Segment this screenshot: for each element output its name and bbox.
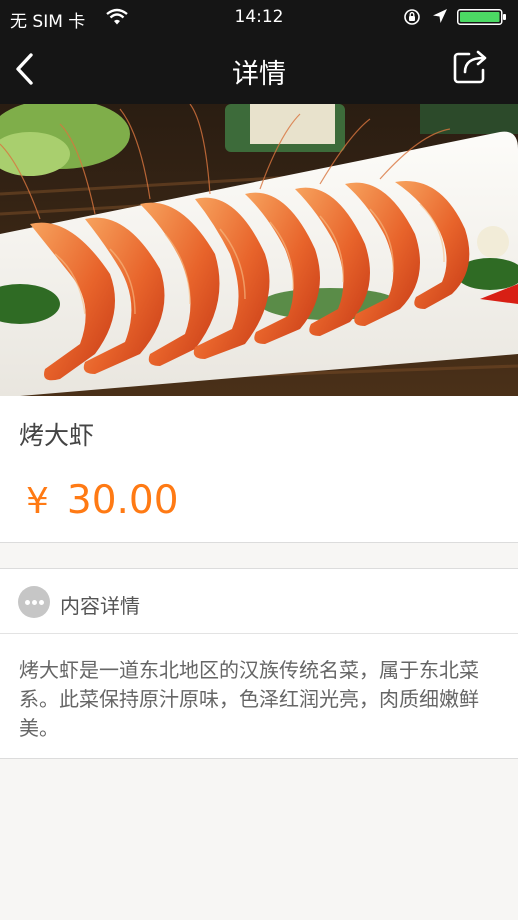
content-details-heading: 内容详情 bbox=[60, 594, 140, 618]
detail-screen: 无 SIM 卡 14:12 详情 烤大虾 ¥ 30.00 内容详情 烤大虾是一道… bbox=[0, 0, 518, 920]
location-arrow-icon bbox=[433, 9, 447, 23]
navigation-bar: 详情 bbox=[0, 34, 518, 104]
dish-price: ¥30.00 bbox=[26, 478, 179, 523]
currency-symbol: ¥ bbox=[26, 481, 49, 522]
dish-info-panel: 烤大虾 ¥30.00 bbox=[0, 396, 518, 543]
content-details-header: 内容详情 bbox=[0, 568, 518, 634]
more-dots-icon bbox=[18, 586, 50, 618]
back-chevron-icon[interactable] bbox=[10, 50, 42, 88]
dish-description-panel: 烤大虾是一道东北地区的汉族传统名菜，属于东北菜系。此菜保持原汁原味，色泽红润光亮… bbox=[0, 634, 518, 759]
status-bar: 无 SIM 卡 14:12 bbox=[0, 0, 518, 34]
dish-photo bbox=[0, 104, 518, 396]
battery-icon bbox=[457, 9, 506, 25]
page-title: 详情 bbox=[232, 59, 286, 90]
price-value: 30.00 bbox=[66, 478, 179, 523]
share-icon[interactable] bbox=[452, 49, 490, 85]
dish-description: 烤大虾是一道东北地区的汉族传统名菜，属于东北菜系。此菜保持原汁原味，色泽红润光亮… bbox=[19, 658, 479, 740]
orientation-lock-icon bbox=[404, 9, 420, 25]
dish-name: 烤大虾 bbox=[19, 421, 95, 450]
